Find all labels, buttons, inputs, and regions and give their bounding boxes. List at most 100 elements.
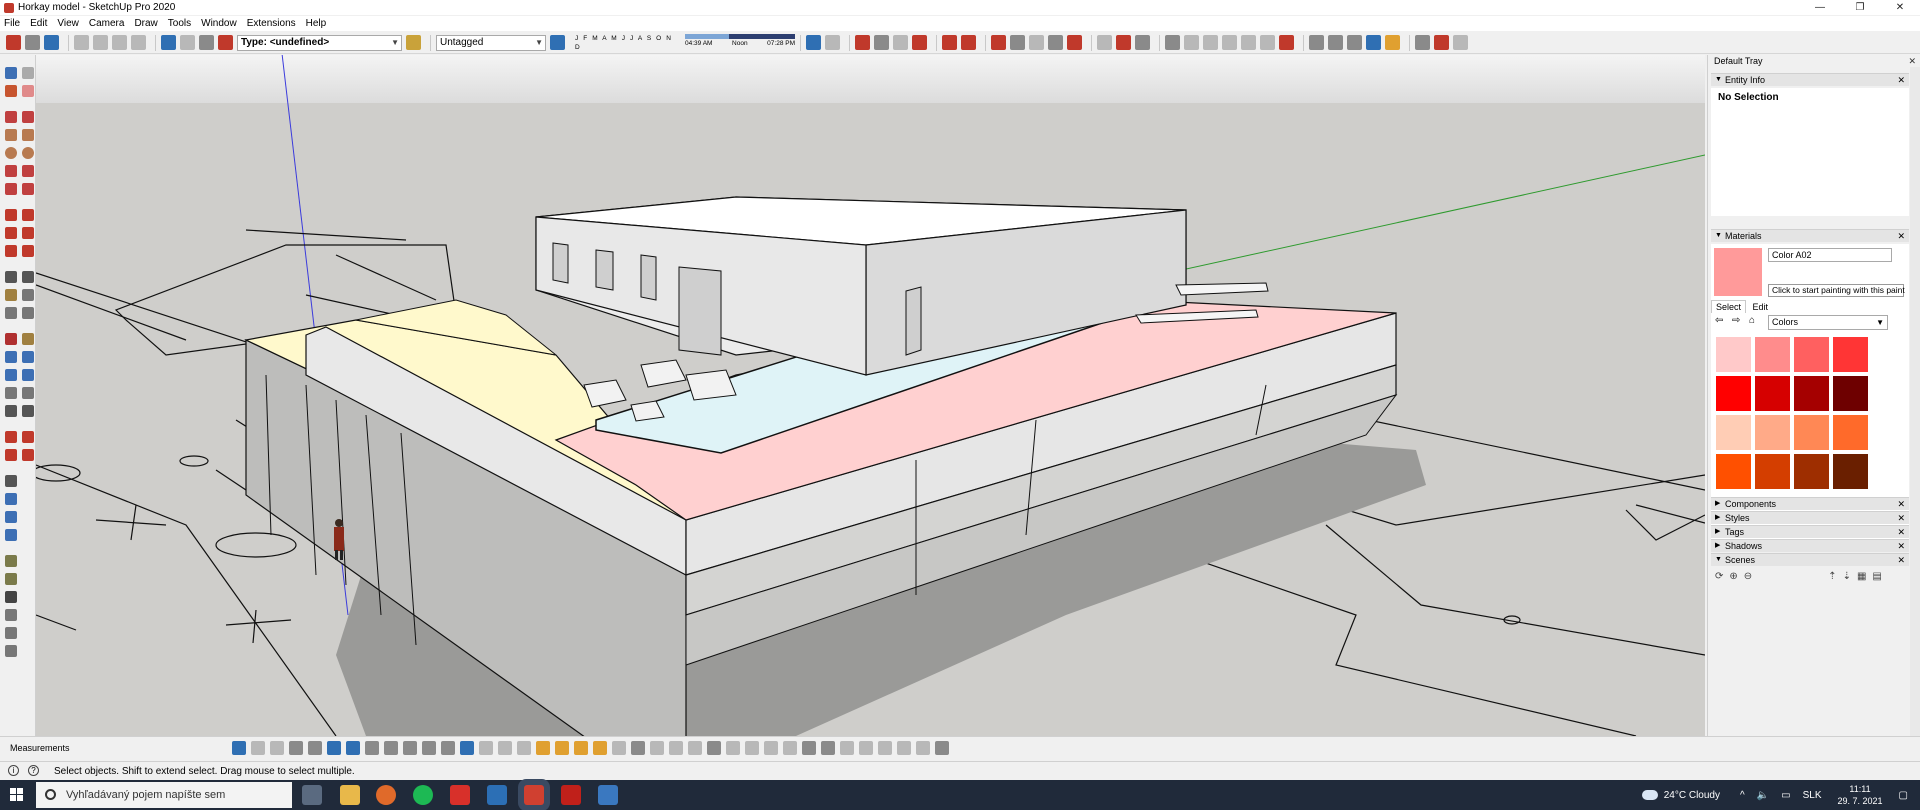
paste-icon[interactable]: [112, 35, 127, 50]
left-view-icon[interactable]: [1279, 35, 1294, 50]
info-icon[interactable]: i: [8, 765, 19, 776]
spotify-icon[interactable]: [413, 785, 433, 805]
menu-draw[interactable]: Draw: [134, 18, 157, 29]
share-model-icon[interactable]: [22, 431, 34, 443]
pie-icon[interactable]: [22, 183, 34, 195]
material-swatch[interactable]: [1794, 454, 1829, 489]
text-tool-icon[interactable]: [22, 289, 34, 301]
panel-close-icon[interactable]: ✕: [1897, 554, 1905, 566]
menu-tools[interactable]: Tools: [168, 18, 191, 29]
tag-select[interactable]: Untagged ▼: [436, 34, 546, 51]
shadow-time-slider[interactable]: 04:39 AM Noon 07:28 PM: [685, 33, 795, 52]
top-view-icon[interactable]: [1203, 35, 1218, 50]
parallel-icon[interactable]: [897, 741, 911, 755]
taskbar-search-input[interactable]: Vyhľadávaný pojem napíšte sem: [36, 782, 292, 808]
iso-view-icon[interactable]: [1184, 35, 1199, 50]
notifications-icon[interactable]: ▢: [1899, 790, 1908, 801]
move-icon[interactable]: [5, 209, 17, 221]
remove-scene-icon[interactable]: ⊖: [1744, 571, 1752, 582]
forward-arrow-icon[interactable]: ⇨: [1732, 315, 1740, 326]
windows-start-icon[interactable]: [10, 788, 24, 802]
material-swatch[interactable]: [1833, 337, 1868, 372]
front-view-icon[interactable]: [1222, 35, 1237, 50]
settings-icon[interactable]: [935, 741, 949, 755]
material-name-field[interactable]: Color A02: [1768, 248, 1892, 262]
scale-icon[interactable]: [5, 245, 17, 257]
explode-icon[interactable]: [403, 741, 417, 755]
materials-header[interactable]: ▼ Materials ✕: [1711, 229, 1909, 242]
shaded-textures-icon[interactable]: [308, 741, 322, 755]
material-swatch[interactable]: [1755, 376, 1790, 411]
reverse-faces-icon[interactable]: [536, 741, 550, 755]
drape-tool-icon[interactable]: [5, 555, 17, 567]
eraser-icon[interactable]: [22, 85, 34, 97]
panel-close-icon[interactable]: ✕: [1897, 498, 1905, 510]
close-button[interactable]: ✕: [1880, 0, 1920, 15]
volume-icon[interactable]: 🔈: [1757, 790, 1769, 801]
match-photo-icon[interactable]: [707, 741, 721, 755]
position-camera-tool-icon[interactable]: [5, 387, 17, 399]
box-view-icon[interactable]: [859, 741, 873, 755]
move-up-icon[interactable]: ⇡: [1828, 571, 1836, 582]
xray-style-icon[interactable]: [232, 741, 246, 755]
lasso-tool-icon[interactable]: [22, 67, 34, 79]
extension-warehouse-icon[interactable]: [1135, 35, 1150, 50]
cut-icon[interactable]: [74, 35, 89, 50]
minimize-button[interactable]: —: [1800, 0, 1840, 15]
shadow-month-slider[interactable]: J F M A M J J A S O N D: [575, 34, 675, 52]
walk-tool-icon[interactable]: [5, 405, 17, 417]
tab-edit[interactable]: Edit: [1749, 301, 1773, 313]
position-camera-icon[interactable]: [1309, 35, 1324, 50]
3d-model-canvas[interactable]: [36, 55, 1705, 736]
look-around-icon[interactable]: [1347, 35, 1362, 50]
home-icon[interactable]: ⌂: [1749, 315, 1755, 326]
menu-view[interactable]: View: [57, 18, 79, 29]
import-icon[interactable]: [783, 741, 797, 755]
pdf-reader-icon[interactable]: [561, 785, 581, 805]
freehand-icon[interactable]: [22, 111, 34, 123]
print-icon[interactable]: [199, 35, 214, 50]
menu-edit[interactable]: Edit: [30, 18, 47, 29]
add-detail-icon[interactable]: [5, 573, 17, 585]
layout-icon[interactable]: [22, 449, 34, 461]
text-style-icon[interactable]: [821, 741, 835, 755]
arc-icon[interactable]: [5, 165, 17, 177]
smoove-icon[interactable]: [874, 35, 889, 50]
photos-icon[interactable]: [487, 785, 507, 805]
copy-icon[interactable]: [93, 35, 108, 50]
material-swatch[interactable]: [1794, 337, 1829, 372]
menu-help[interactable]: Help: [306, 18, 327, 29]
smoove-tool-icon[interactable]: [5, 511, 17, 523]
camera-standard-icon[interactable]: [1165, 35, 1180, 50]
line-tool-icon[interactable]: [5, 111, 17, 123]
task-view-icon[interactable]: [302, 785, 322, 805]
two-point-icon[interactable]: [916, 741, 930, 755]
3d-text-icon[interactable]: [22, 307, 34, 319]
firefox-icon[interactable]: [376, 785, 396, 805]
unlock-icon[interactable]: [441, 741, 455, 755]
material-swatch[interactable]: [1755, 454, 1790, 489]
file-explorer-icon[interactable]: [340, 785, 360, 805]
rotate-icon[interactable]: [5, 227, 17, 239]
extension-tool-icon[interactable]: [5, 449, 17, 461]
move-down-icon[interactable]: ⇣: [1843, 571, 1851, 582]
open-file-icon[interactable]: [25, 35, 40, 50]
add-scene-icon[interactable]: ⊕: [1729, 571, 1737, 582]
add-location-icon[interactable]: [1366, 35, 1381, 50]
network-icon[interactable]: ▭: [1781, 790, 1790, 801]
back-view-icon[interactable]: [1260, 35, 1275, 50]
back-edges-icon[interactable]: [1453, 35, 1468, 50]
pan-icon[interactable]: [22, 333, 34, 345]
menu-file[interactable]: File: [4, 18, 20, 29]
camera-scene-icon[interactable]: [726, 741, 740, 755]
refresh-icon[interactable]: ⟳: [1715, 571, 1723, 582]
material-swatch[interactable]: [1833, 454, 1868, 489]
stamp-tool-icon[interactable]: [5, 529, 17, 541]
menu-extensions[interactable]: Extensions: [247, 18, 296, 29]
rectangle-icon[interactable]: [5, 129, 17, 141]
redo-icon[interactable]: [180, 35, 195, 50]
section-cuts-icon[interactable]: [498, 741, 512, 755]
details-icon[interactable]: ▤: [1872, 571, 1881, 582]
tab-select[interactable]: Select: [1711, 300, 1747, 313]
soften-edges-icon[interactable]: [574, 741, 588, 755]
